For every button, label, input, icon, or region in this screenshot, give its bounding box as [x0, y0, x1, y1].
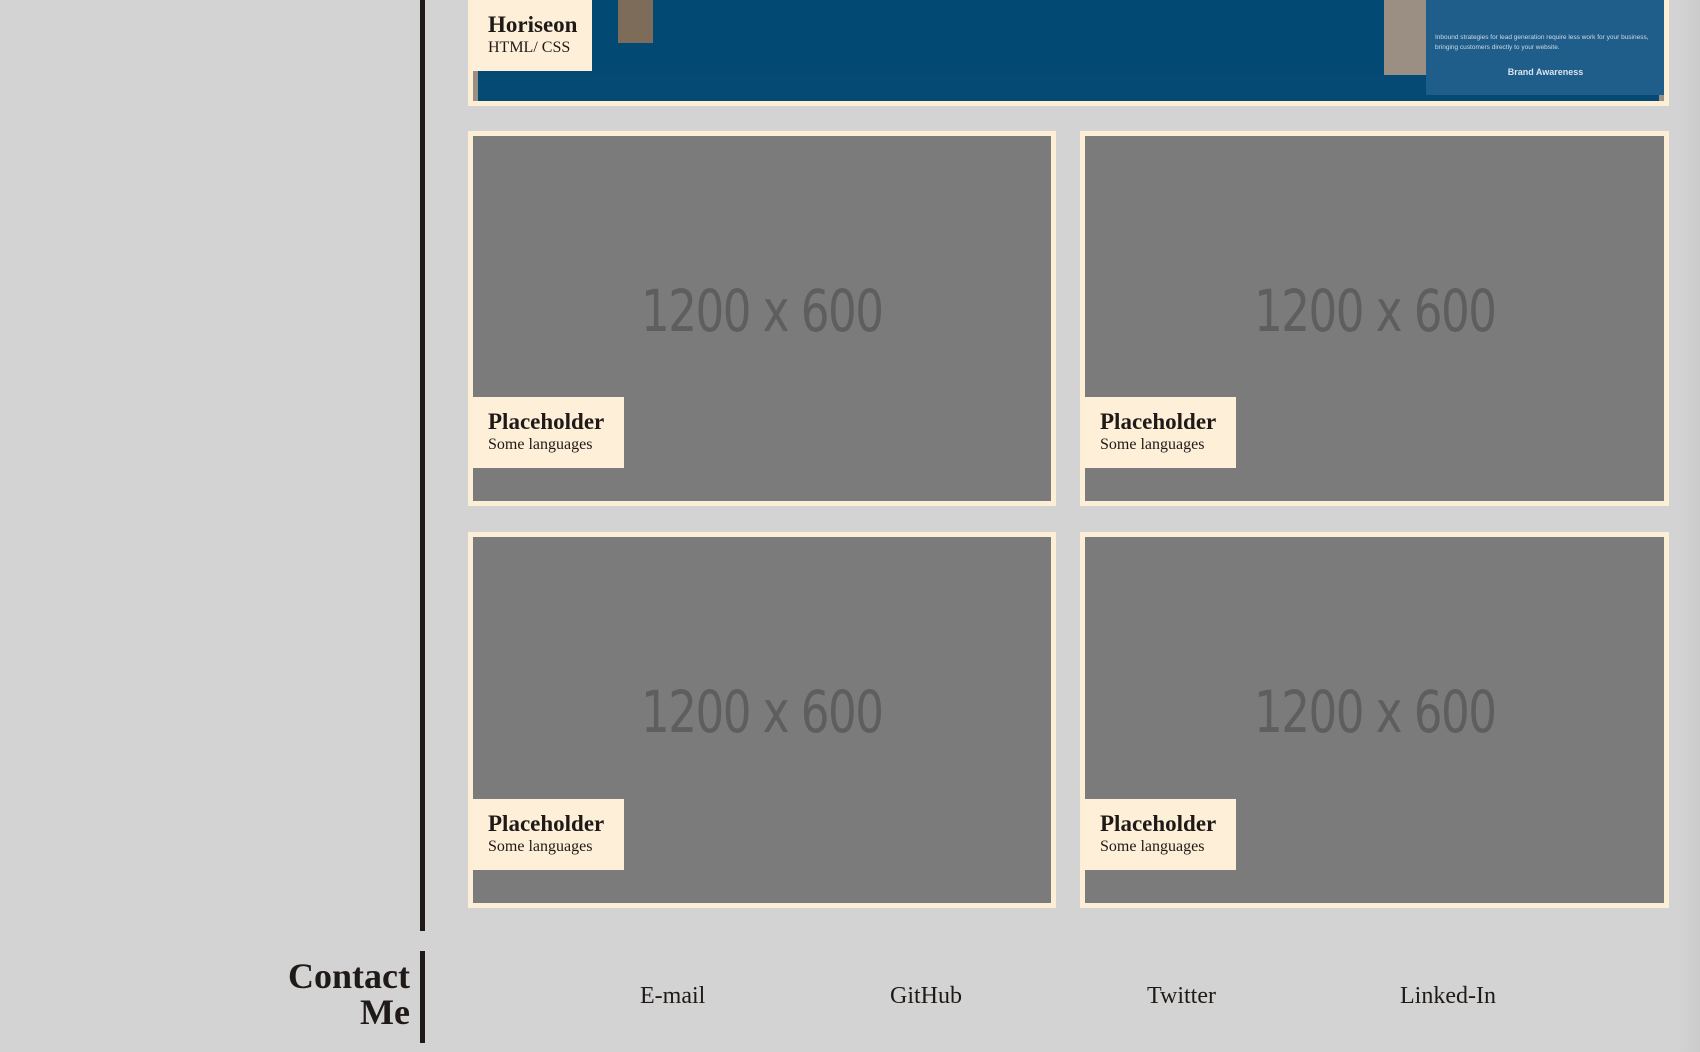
project-label: Horiseon HTML/ CSS: [473, 0, 593, 71]
project-languages: Some languages: [488, 436, 593, 453]
project-title: Placeholder: [488, 409, 605, 434]
project-screenshot: [478, 0, 1384, 77]
project-title: Horiseon: [488, 12, 578, 37]
project-languages: Some languages: [1100, 436, 1205, 453]
project-title: Placeholder: [1100, 409, 1217, 434]
placeholder-image-text: 1200 x 600: [641, 276, 884, 345]
project-card[interactable]: 1200 x 600 Placeholder Some languages: [468, 131, 1056, 506]
project-card-horiseon[interactable]: Inbound strategies for lead generation r…: [468, 0, 1669, 106]
side-panel-text: Inbound strategies for lead generation r…: [1435, 34, 1649, 51]
placeholder-image-text: 1200 x 600: [641, 677, 884, 746]
project-card[interactable]: 1200 x 600 Placeholder Some languages: [468, 532, 1056, 908]
placeholder-image-text: 1200 x 600: [1253, 276, 1497, 345]
project-languages: Some languages: [488, 838, 593, 855]
project-title: Placeholder: [488, 811, 605, 836]
contact-heading: Contact Me: [288, 958, 410, 1030]
side-panel-heading: Brand Awareness: [1507, 67, 1584, 77]
project-label: Placeholder Some languages: [473, 397, 624, 468]
page-edge-shadow: [1678, 0, 1700, 1052]
project-thumbnail-image: [618, 0, 653, 43]
contact-divider-line: [420, 951, 425, 1043]
project-title: Placeholder: [1100, 811, 1217, 836]
screenshot-side-panel: Inbound strategies for lead generation r…: [1426, 0, 1664, 95]
project-languages: HTML/ CSS: [488, 39, 571, 56]
contact-heading-line1: Contact: [288, 956, 410, 996]
linkedin-link[interactable]: Linked-In: [1400, 983, 1496, 1010]
project-label: Placeholder Some languages: [1085, 397, 1236, 468]
github-link[interactable]: GitHub: [890, 983, 962, 1010]
project-label: Placeholder Some languages: [473, 799, 624, 870]
placeholder-image-text: 1200 x 600: [1253, 677, 1497, 746]
twitter-link[interactable]: Twitter: [1147, 983, 1216, 1010]
email-link[interactable]: E-mail: [640, 983, 705, 1010]
project-label: Placeholder Some languages: [1085, 799, 1236, 870]
project-card[interactable]: 1200 x 600 Placeholder Some languages: [1080, 532, 1669, 908]
project-card[interactable]: 1200 x 600 Placeholder Some languages: [1080, 131, 1669, 506]
project-languages: Some languages: [1100, 838, 1205, 855]
contact-heading-line2: Me: [360, 992, 410, 1032]
section-divider-line: [420, 0, 425, 931]
